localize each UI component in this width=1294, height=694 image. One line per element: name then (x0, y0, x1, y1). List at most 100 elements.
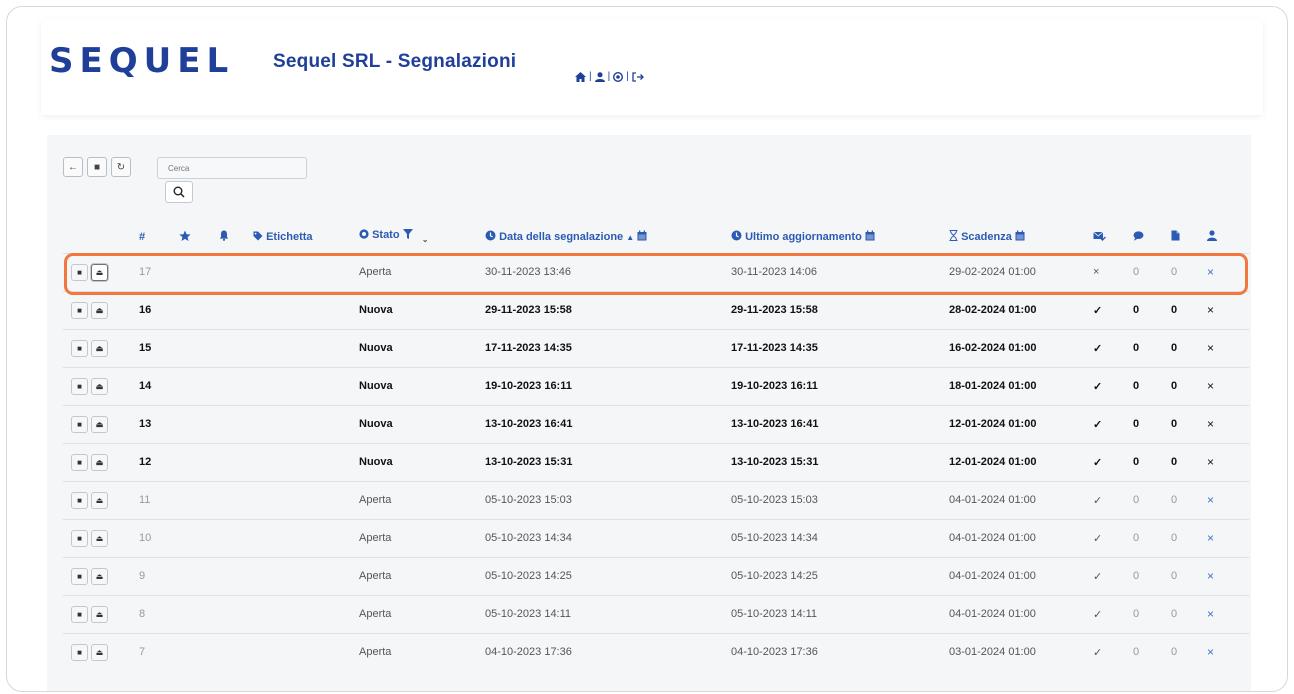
label-header-text: Etichetta (266, 230, 313, 243)
mail-header[interactable] (1093, 221, 1133, 253)
row-remove-user[interactable]: × (1207, 442, 1249, 481)
search-button[interactable] (165, 181, 193, 203)
calendar-icon[interactable] (865, 230, 875, 241)
download-row-button[interactable]: ⏏ (91, 301, 108, 319)
logout-icon[interactable] (632, 71, 644, 82)
row-notify[interactable] (219, 290, 253, 329)
attachments-header[interactable] (1171, 221, 1207, 253)
row-remove-user[interactable]: × (1207, 366, 1249, 405)
stop-row-button[interactable]: ■ (71, 377, 88, 395)
row-favorite[interactable] (179, 328, 219, 367)
row-favorite[interactable] (179, 556, 219, 595)
favorite-header[interactable] (179, 221, 219, 253)
table-row[interactable]: ■ ⏏ 10 Aperta 05-10-2023 14:34 05-10-2023 1… (63, 518, 1249, 557)
stop-row-button[interactable]: ■ (71, 415, 88, 433)
download-row-button[interactable]: ⏏ (91, 643, 108, 661)
table-row[interactable]: ■ ⏏ 13 Nuova 13-10-2023 16:41 13-10-2023 16… (63, 404, 1249, 443)
table-row[interactable]: ■ ⏏ 12 Nuova 13-10-2023 15:31 13-10-2023 15… (63, 442, 1249, 481)
table-row[interactable]: ■ ⏏ 9 Aperta 05-10-2023 14:25 05-10-2023 14… (63, 556, 1249, 595)
row-notify[interactable] (219, 594, 253, 633)
status-header[interactable]: Stato ⌄ (359, 221, 485, 253)
date-header[interactable]: Data della segnalazione ▲ (485, 221, 731, 253)
row-favorite[interactable] (179, 518, 219, 557)
download-row-button[interactable]: ⏏ (91, 377, 108, 395)
download-row-button[interactable]: ⏏ (91, 605, 108, 623)
row-favorite[interactable] (179, 594, 219, 633)
stop-row-button[interactable]: ■ (71, 491, 88, 509)
toolbar: ← ■ ↻ (63, 157, 131, 177)
row-updated: 05-10-2023 14:34 (731, 518, 949, 557)
row-deadline: 12-01-2024 01:00 (949, 404, 1093, 443)
table-row[interactable]: ■ ⏏ 11 Aperta 05-10-2023 15:03 05-10-2023 1… (63, 480, 1249, 519)
stop-row-button[interactable]: ■ (71, 529, 88, 547)
stop-row-button[interactable]: ■ (71, 301, 88, 319)
stop-row-button[interactable]: ■ (71, 567, 88, 585)
stop-button[interactable]: ■ (87, 157, 107, 177)
row-notify[interactable] (219, 366, 253, 405)
row-favorite[interactable] (179, 290, 219, 329)
comments-header[interactable] (1133, 221, 1171, 253)
table-row[interactable]: ■ ⏏ 8 Aperta 05-10-2023 14:11 05-10-2023 14… (63, 594, 1249, 633)
stop-row-button[interactable]: ■ (71, 605, 88, 623)
sort-caret-icon[interactable]: ⌄ (422, 235, 429, 244)
row-remove-user[interactable]: × (1207, 632, 1249, 671)
row-notify[interactable] (219, 404, 253, 443)
row-remove-user[interactable]: × (1207, 290, 1249, 329)
row-remove-user[interactable]: × (1207, 252, 1249, 291)
star-icon (179, 230, 191, 241)
row-remove-user[interactable]: × (1207, 518, 1249, 557)
refresh-button[interactable]: ↻ (111, 157, 131, 177)
calendar-icon[interactable] (637, 230, 647, 241)
updated-header[interactable]: Ultimo aggiornamento (731, 221, 949, 253)
download-row-button[interactable]: ⏏ (91, 339, 108, 357)
row-remove-user[interactable]: × (1207, 556, 1249, 595)
download-row-button[interactable]: ⏏ (91, 529, 108, 547)
table-row[interactable]: ■ ⏏ 14 Nuova 19-10-2023 16:11 19-10-2023 16… (63, 366, 1249, 405)
row-id: 8 (139, 594, 179, 633)
calendar-icon[interactable] (1015, 230, 1025, 241)
row-favorite[interactable] (179, 480, 219, 519)
table-row[interactable]: ■ ⏏ 17 Aperta 30-11-2023 13:46 30-11-2023 1… (63, 252, 1249, 291)
row-notify[interactable] (219, 442, 253, 481)
table-row[interactable]: ■ ⏏ 15 Nuova 17-11-2023 14:35 17-11-2023 14… (63, 328, 1249, 367)
stop-row-button[interactable]: ■ (71, 339, 88, 357)
download-row-button[interactable]: ⏏ (91, 415, 108, 433)
settings-icon[interactable] (613, 71, 624, 82)
deadline-header[interactable]: Scadenza (949, 221, 1093, 253)
download-row-button[interactable]: ⏏ (91, 567, 108, 585)
home-icon[interactable] (575, 71, 586, 82)
download-row-button[interactable]: ⏏ (91, 491, 108, 509)
row-notify[interactable] (219, 556, 253, 595)
table-row[interactable]: ■ ⏏ 16 Nuova 29-11-2023 15:58 29-11-2023 15… (63, 290, 1249, 329)
row-remove-user[interactable]: × (1207, 328, 1249, 367)
search-input[interactable] (157, 157, 307, 179)
row-notify[interactable] (219, 328, 253, 367)
row-favorite[interactable] (179, 632, 219, 671)
label-header[interactable]: Etichetta (253, 221, 359, 253)
notify-header[interactable] (219, 221, 253, 253)
row-remove-user[interactable]: × (1207, 480, 1249, 519)
back-button[interactable]: ← (63, 157, 83, 177)
download-row-button[interactable]: ⏏ (91, 453, 108, 471)
stop-row-button[interactable]: ■ (71, 453, 88, 471)
row-notify[interactable] (219, 480, 253, 519)
id-header[interactable]: # (139, 221, 179, 253)
row-favorite[interactable] (179, 366, 219, 405)
user-icon[interactable] (594, 71, 605, 82)
row-favorite[interactable] (179, 252, 219, 291)
row-favorite[interactable] (179, 442, 219, 481)
user-header[interactable] (1207, 221, 1249, 253)
row-notify[interactable] (219, 632, 253, 671)
row-remove-user[interactable]: × (1207, 404, 1249, 443)
row-notify[interactable] (219, 518, 253, 557)
filter-icon[interactable] (402, 229, 413, 240)
stop-row-button[interactable]: ■ (71, 643, 88, 661)
row-favorite[interactable] (179, 404, 219, 443)
table-row[interactable]: ■ ⏏ 7 Aperta 04-10-2023 17:36 04-10-2023 17… (63, 632, 1249, 671)
row-id: 7 (139, 632, 179, 671)
stop-row-button[interactable]: ■ (71, 263, 88, 281)
sort-up-icon[interactable]: ▲ (626, 233, 634, 242)
download-row-button[interactable]: ⏏ (91, 263, 108, 281)
row-notify[interactable] (219, 252, 253, 291)
row-remove-user[interactable]: × (1207, 594, 1249, 633)
